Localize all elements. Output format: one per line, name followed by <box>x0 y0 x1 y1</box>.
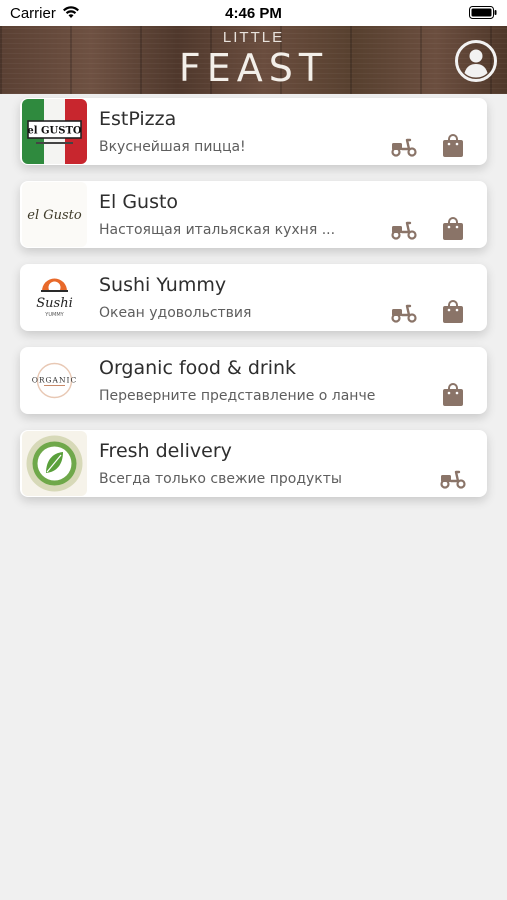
shopping-bag-icon <box>443 300 463 323</box>
restaurant-name: Fresh delivery <box>99 440 232 462</box>
restaurant-logo: el Gusto <box>22 182 87 247</box>
app-header: LITTLE FEAST <box>0 26 507 94</box>
restaurant-logo: ORGANIC <box>22 348 87 413</box>
logo-small-text: LITTLE <box>222 29 285 46</box>
restaurant-card-el-gusto[interactable]: el Gusto El Gusto Настоящая итальяская к… <box>20 181 487 248</box>
restaurant-logo: Sushi YUMMY <box>22 265 87 330</box>
restaurant-description: Вкуснейшая пицца! <box>99 139 246 155</box>
restaurant-logo <box>22 431 87 496</box>
scooter-icon <box>391 304 417 323</box>
status-bar: Carrier 4:46 PM <box>0 0 507 26</box>
restaurant-card-sushi-yummy[interactable]: Sushi YUMMY Sushi Yummy Океан удовольств… <box>20 264 487 331</box>
restaurant-description: Океан удовольствия <box>99 305 252 321</box>
restaurant-card-organic[interactable]: ORGANIC Organic food & drink Переверните… <box>20 347 487 414</box>
restaurant-description: Настоящая итальяская кухня ... <box>99 222 336 238</box>
logo-text: el GUSTO <box>27 126 82 137</box>
logo-sub-text: YUMMY <box>44 312 64 318</box>
logo-text: ORGANIC <box>32 376 77 385</box>
status-time: 4:46 PM <box>225 5 282 22</box>
restaurant-description: Переверните представление о ланче <box>99 388 376 404</box>
scooter-icon <box>391 138 417 157</box>
logo-text: Sushi <box>36 296 72 311</box>
battery-icon <box>469 6 497 19</box>
restaurant-name: Sushi Yummy <box>99 274 227 296</box>
restaurant-name: Organic food & drink <box>99 357 297 379</box>
logo-text: el Gusto <box>27 208 82 223</box>
scooter-icon <box>391 221 417 240</box>
restaurant-card-estpizza[interactable]: el GUSTO EstPizza Вкуснейшая пицца! <box>20 98 487 165</box>
profile-icon[interactable] <box>454 39 498 83</box>
restaurant-list: el GUSTO EstPizza Вкуснейшая пицца! el G… <box>20 98 487 513</box>
shopping-bag-icon <box>443 134 463 157</box>
shopping-bag-icon <box>443 383 463 406</box>
restaurant-card-fresh-delivery[interactable]: Fresh delivery Всегда только свежие прод… <box>20 430 487 497</box>
restaurant-description: Всегда только свежие продукты <box>99 471 342 487</box>
logo-big-text: FEAST <box>178 46 329 90</box>
restaurant-name: EstPizza <box>99 108 177 130</box>
scooter-icon <box>440 470 466 489</box>
restaurant-name: El Gusto <box>99 191 179 213</box>
restaurant-logo: el GUSTO <box>22 99 87 164</box>
shopping-bag-icon <box>443 217 463 240</box>
